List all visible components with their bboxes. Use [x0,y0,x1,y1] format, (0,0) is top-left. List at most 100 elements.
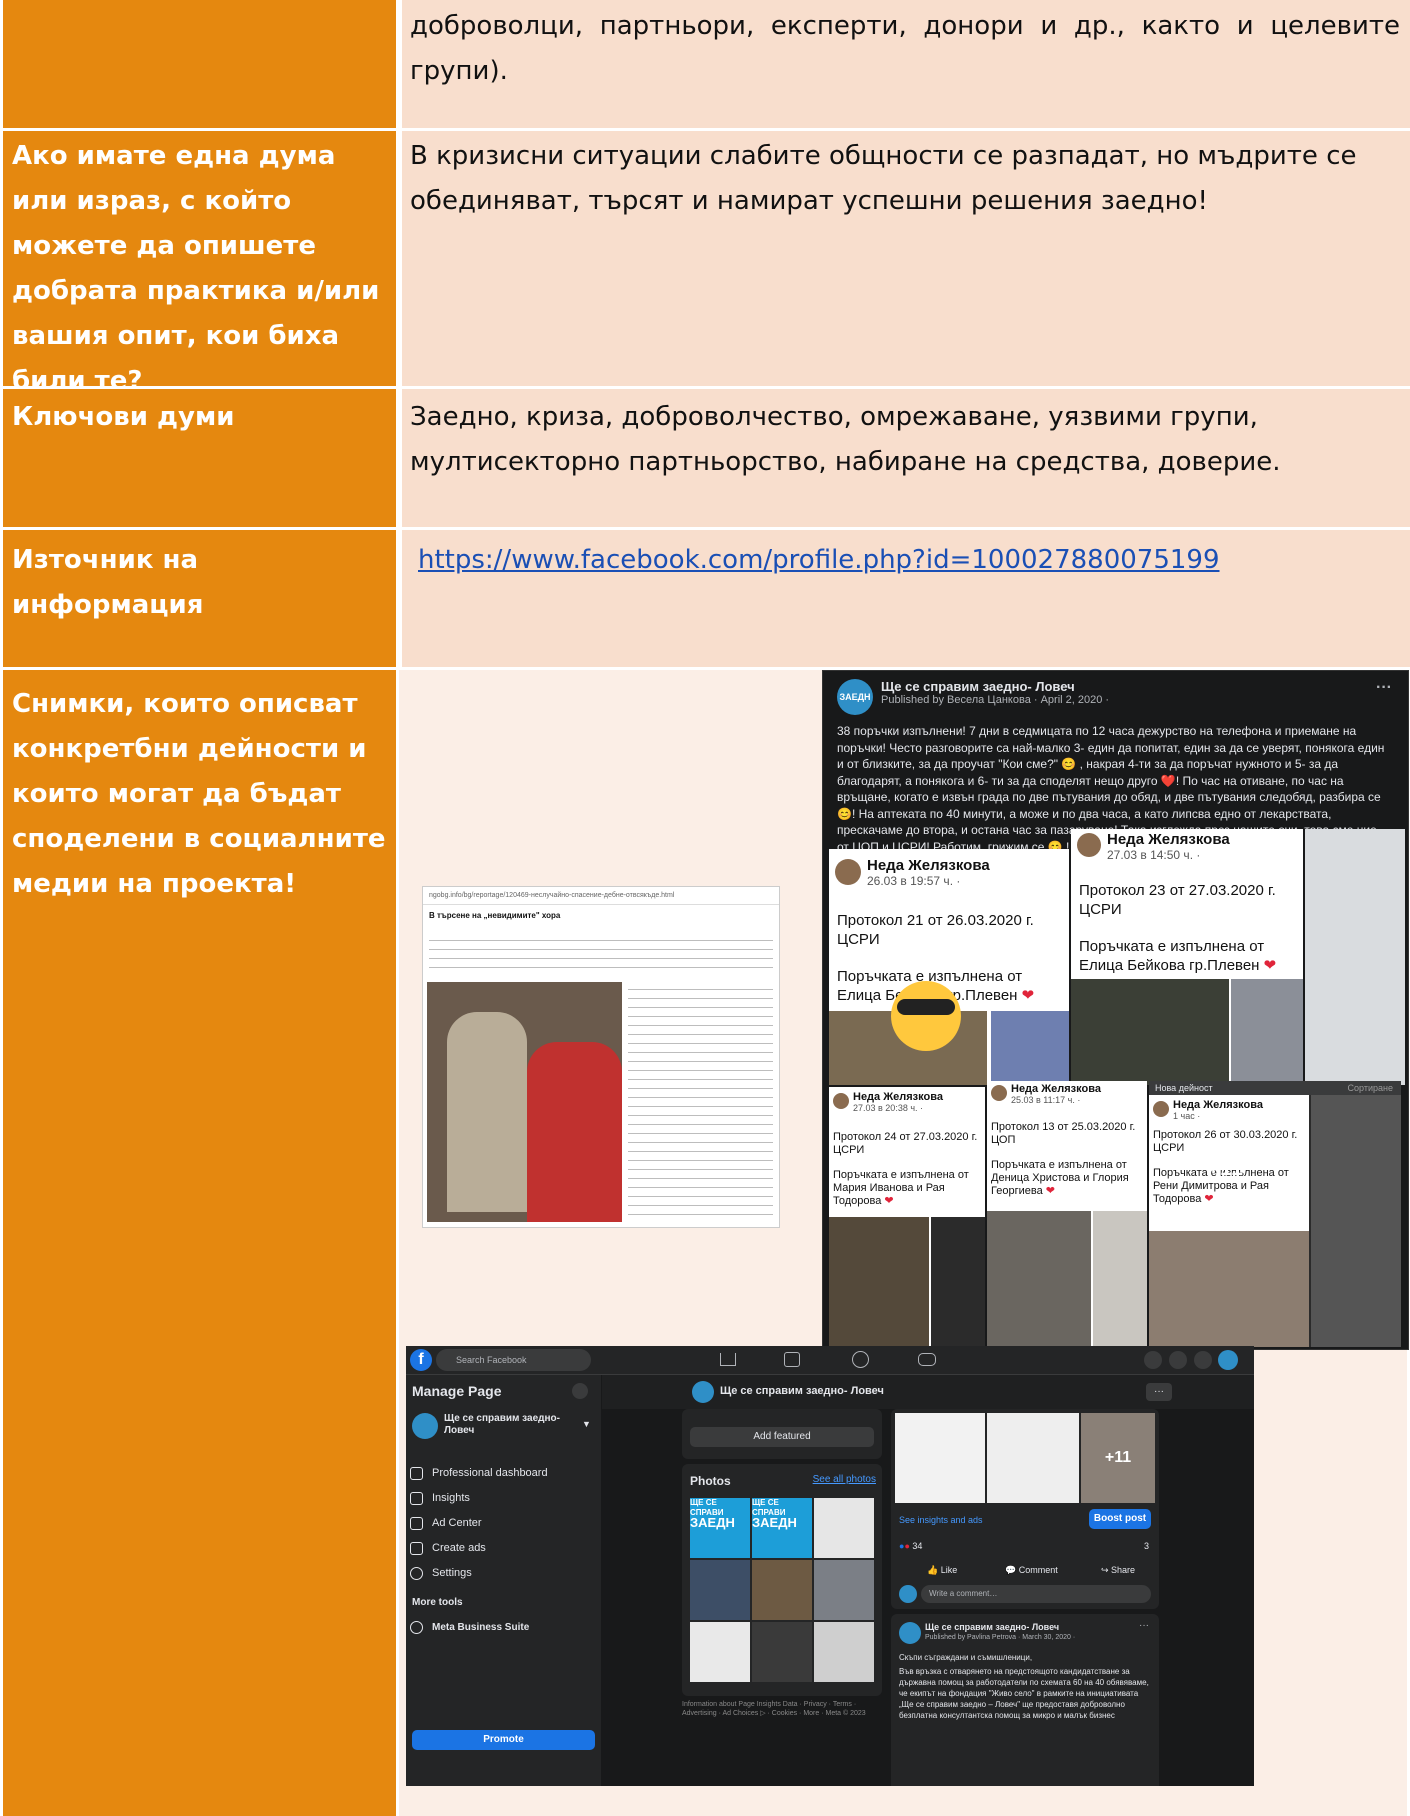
sort-label[interactable]: Сортиране [1348,1081,1393,1095]
author-name: Неда Желязкова [1107,831,1230,848]
menu-grid-icon[interactable] [1144,1351,1162,1369]
photo [1231,979,1303,1085]
more-options-icon[interactable]: ··· [1376,679,1392,697]
sidebar-item-professional-dashboard[interactable]: Professional dashboard [406,1461,601,1486]
add-featured-button[interactable]: Add featured [690,1427,874,1447]
post-card: Неда Желязкова 27.03 в 20:38 ч. · Проток… [829,1087,985,1347]
page-name: Ще се справим заедно- Ловеч [720,1385,884,1397]
photo-thumb[interactable] [690,1622,750,1682]
edit-icon [410,1542,423,1555]
label-cell: Ако имате една дума или израз, с който м… [3,131,399,396]
photos-title: Photos [690,1474,731,1488]
meta-icon [410,1621,423,1634]
page-avatar [412,1413,438,1439]
post-date: 26.03 в 19:57 ч. · [867,874,961,888]
label-cell: Снимки, които описват конкретбни дейност… [3,670,399,1816]
sidebar-item-settings[interactable]: Settings [406,1561,601,1586]
photo-thumb[interactable] [690,1560,750,1620]
label-cell: Ключови думи [3,389,399,527]
photo-thumb[interactable]: ЩЕ СЕ СПРАВИ ЗАЕДН [752,1498,812,1558]
messenger-icon[interactable] [1169,1351,1187,1369]
row-label: Снимки, които описват конкретбни дейност… [12,689,386,899]
row-label: Ако имате една дума или израз, с който м… [12,141,380,396]
sidebar: Manage Page Ще се справим заедно- Ловеч … [406,1375,601,1786]
more-options-icon[interactable]: ··· [1139,1620,1149,1631]
post-date: 1 час · [1173,1111,1201,1121]
see-insights-link[interactable]: See insights and ads [899,1515,983,1525]
footer-links[interactable]: Information about Page Insights Data · P… [682,1700,882,1718]
see-all-photos-link[interactable]: See all photos [813,1474,876,1485]
avatar [1077,833,1101,857]
photo [1093,1211,1147,1347]
emoji-sticker [891,981,961,1051]
post-author: Ще се справим заедно- Ловеч [925,1622,1060,1632]
facebook-logo-icon[interactable]: f [410,1349,432,1371]
page-name[interactable]: Ще се справим заедно- Ловеч [444,1413,564,1437]
post-panel: Ще се справим заедно- Ловеч Published by… [891,1614,1159,1786]
card-text: Протокол 21 от 26.03.2020 г. [837,912,1034,929]
home-icon[interactable] [720,1353,736,1366]
photo-thumb[interactable] [752,1622,812,1682]
megaphone-icon [410,1517,423,1530]
photo [987,1211,1091,1347]
comment-button[interactable]: 💬 Comment [1005,1565,1058,1576]
page-name: Ще се справим заедно- Ловеч [881,679,1075,694]
search-input[interactable]: Search Facebook [436,1349,591,1371]
card-text: Протокол 24 от 27.03.2020 г. [833,1131,978,1143]
page-avatar [692,1381,714,1403]
sidebar-item-insights[interactable]: Insights [406,1486,601,1511]
photo [991,1011,1069,1085]
avatar [833,1093,849,1109]
sidebar-item-meta-business-suite[interactable]: Meta Business Suite [406,1615,601,1640]
sidebar-item-ad-center[interactable]: Ad Center [406,1511,601,1536]
photo-thumb[interactable]: +11 [1081,1413,1155,1503]
photo [829,1217,929,1347]
video-icon[interactable] [784,1352,800,1367]
label-cell: Източник на информация [3,530,399,667]
photo-thumb[interactable] [987,1413,1079,1503]
notifications-icon[interactable] [1194,1351,1212,1369]
avatar [991,1085,1007,1101]
table-row: доброволци, партньори, експерти, донори … [3,0,1410,128]
page-avatar: ЗАЕДН [837,679,873,715]
photo [1311,1095,1401,1347]
photo-thumb[interactable] [814,1498,874,1558]
photos-collage: ЗАЕДН Ще се справим заедно- Ловеч Publis… [399,670,1409,1816]
promote-button[interactable]: Promote [412,1730,595,1750]
source-link[interactable]: https://www.facebook.com/profile.php?id=… [410,545,1220,575]
author-name: Неда Желязкова [867,857,990,874]
collapse-icon[interactable] [572,1383,588,1399]
label-cell [3,0,399,128]
post-header: ЗАЕДН Ще се справим заедно- Ловеч Publis… [837,679,1398,721]
photo-thumb[interactable]: ЩЕ СЕ СПРАВИ ЗАЕДН [690,1498,750,1558]
chevron-down-icon[interactable]: ▼ [582,1419,591,1429]
page-header: Ще се справим заедно- Ловеч ··· [602,1375,1254,1409]
photo-thumb[interactable] [895,1413,985,1503]
card-text: Протокол 26 от 30.03.2020 г. [1153,1129,1298,1141]
sidebar-item-create-ads[interactable]: Create ads [406,1536,601,1561]
card-text: ЦСРИ [1079,901,1122,918]
avatar [1153,1101,1169,1117]
share-button[interactable]: ↪ Share [1101,1565,1135,1576]
author-name: Неда Желязкова [1173,1099,1263,1111]
photo-thumb[interactable] [814,1622,874,1682]
boost-post-button[interactable]: Boost post [1089,1509,1151,1529]
card-text: Поръчката е изпълнена от Елица Бейкова г… [1079,938,1265,974]
like-button[interactable]: 👍 Like [927,1565,957,1576]
groups-icon[interactable] [852,1351,869,1368]
more-photos-count[interactable]: +11 [1207,1155,1243,1181]
post-date: 27.03 в 14:50 ч. · [1107,848,1201,862]
photo-thumb[interactable] [752,1560,812,1620]
more-options-icon[interactable]: ··· [1146,1383,1172,1401]
comment-input[interactable]: Write a comment… [921,1585,1151,1603]
article-url: ngobg.info/bg/reportage/120469-неслучайн… [423,887,779,905]
card-text: Поръчката е изпълнена от Деница Христова… [991,1159,1129,1197]
page-avatar [899,1622,921,1644]
profile-avatar[interactable] [1218,1350,1238,1370]
dashboard-icon [410,1467,423,1480]
card-text: ЦСРИ [1153,1142,1185,1154]
top-bar: f Search Facebook [406,1346,1254,1375]
post-card: Неда Желязкова 27.03 в 14:50 ч. · Проток… [1071,829,1303,1085]
photo-thumb[interactable] [814,1560,874,1620]
gaming-icon[interactable] [918,1353,936,1366]
